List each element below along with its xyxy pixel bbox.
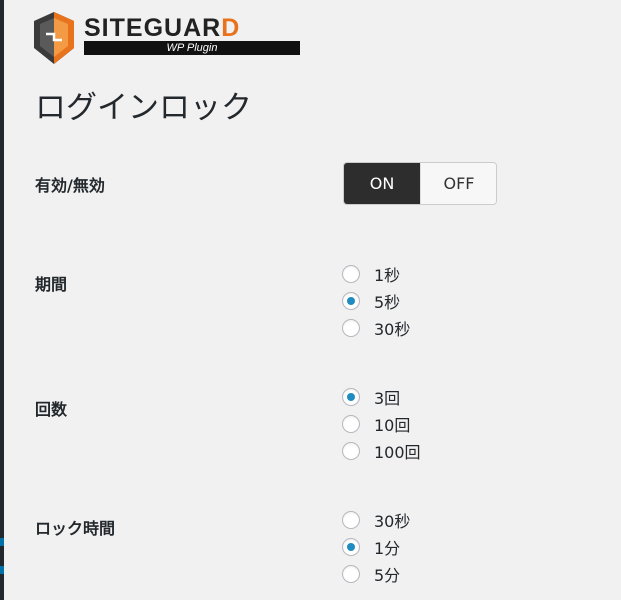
- radio-button[interactable]: [342, 264, 360, 283]
- logo-subtitle: WP Plugin: [166, 42, 218, 54]
- lock-time-radio-group: 30秒 1分 5分: [342, 506, 410, 587]
- sidebar-indicator: [0, 566, 4, 574]
- lock-time-label: ロック時間: [35, 519, 116, 538]
- radio-label: 100回: [374, 442, 421, 462]
- radio-button[interactable]: [342, 510, 360, 529]
- period-option[interactable]: 1秒: [342, 260, 410, 287]
- admin-sidebar-edge: [0, 0, 4, 600]
- logo-subtitle-bar: WP Plugin: [84, 41, 300, 55]
- toggle-on-button[interactable]: ON: [344, 163, 420, 204]
- radio-label: 10回: [374, 415, 411, 435]
- logo-wordmark: SITEGUARD: [84, 14, 241, 42]
- lock-time-option[interactable]: 1分: [342, 533, 410, 560]
- radio-button[interactable]: [342, 318, 360, 337]
- toggle-off-button[interactable]: OFF: [420, 163, 496, 204]
- radio-label: 5分: [374, 565, 401, 585]
- radio-label: 1分: [374, 538, 401, 558]
- count-radio-group: 3回 10回 100回: [342, 383, 421, 464]
- radio-label: 30秒: [374, 319, 411, 339]
- enable-label: 有効/無効: [35, 176, 105, 195]
- count-option[interactable]: 10回: [342, 410, 421, 437]
- radio-button[interactable]: [342, 387, 360, 406]
- siteguard-logo: SITEGUARD WP Plugin: [32, 10, 302, 66]
- period-option[interactable]: 5秒: [342, 287, 410, 314]
- radio-button[interactable]: [342, 537, 360, 556]
- count-option[interactable]: 100回: [342, 437, 421, 464]
- enable-toggle[interactable]: ON OFF: [343, 162, 497, 205]
- lock-time-option[interactable]: 5分: [342, 560, 410, 587]
- period-option[interactable]: 30秒: [342, 314, 410, 341]
- radio-label: 5秒: [374, 292, 401, 312]
- count-option[interactable]: 3回: [342, 383, 421, 410]
- period-radio-group: 1秒 5秒 30秒: [342, 260, 410, 341]
- count-label: 回数: [35, 400, 68, 419]
- radio-button[interactable]: [342, 414, 360, 433]
- radio-button[interactable]: [342, 564, 360, 583]
- shield-icon: [34, 12, 74, 64]
- radio-label: 3回: [374, 388, 401, 408]
- page-title: ログインロック: [35, 90, 252, 126]
- radio-button[interactable]: [342, 441, 360, 460]
- radio-label: 30秒: [374, 511, 411, 531]
- radio-button[interactable]: [342, 291, 360, 310]
- sidebar-indicator: [0, 538, 4, 546]
- lock-time-option[interactable]: 30秒: [342, 506, 410, 533]
- radio-label: 1秒: [374, 265, 401, 285]
- period-label: 期間: [35, 275, 68, 294]
